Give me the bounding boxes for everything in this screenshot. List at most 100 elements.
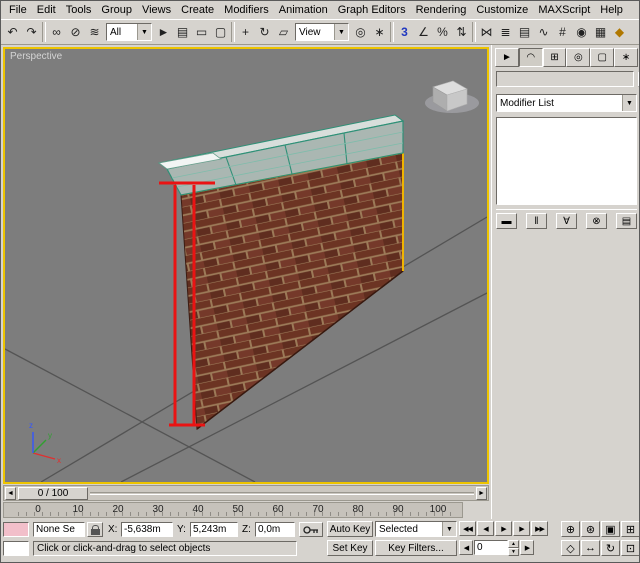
snap-toggle-icon[interactable]: 3: [395, 22, 414, 42]
chevron-down-icon[interactable]: ▼: [137, 24, 151, 40]
spinner-up-icon[interactable]: ▲: [508, 540, 519, 548]
selection-region-icon[interactable]: ▭: [192, 22, 211, 42]
menu-edit[interactable]: Edit: [32, 3, 61, 17]
spinner-snap-icon[interactable]: ⇅: [452, 22, 471, 42]
use-center-icon[interactable]: ◎: [351, 22, 370, 42]
play-button[interactable]: ▶: [495, 521, 512, 536]
menu-tools[interactable]: Tools: [61, 3, 97, 17]
tab-display[interactable]: ▢: [590, 48, 614, 67]
reference-coordinate-dropdown[interactable]: View ▼: [295, 23, 349, 41]
chevron-down-icon[interactable]: ▼: [622, 95, 636, 111]
go-to-end-button[interactable]: ▶▶: [531, 521, 548, 536]
object-name-field[interactable]: [496, 71, 634, 87]
make-unique-button[interactable]: ∀: [556, 213, 577, 229]
time-slider-left-arrow-icon[interactable]: ◄: [5, 487, 16, 500]
schematic-view-icon[interactable]: #: [553, 22, 572, 42]
key-filter-selected-dropdown[interactable]: Selected ▼: [375, 521, 457, 537]
pan-icon[interactable]: ↔: [581, 540, 600, 556]
next-frame-button[interactable]: ▶: [513, 521, 530, 536]
angle-snap-icon[interactable]: ∠: [414, 22, 433, 42]
set-key-mode-button[interactable]: [299, 522, 323, 537]
next-key-icon[interactable]: ▶: [520, 540, 534, 555]
go-to-start-button[interactable]: ◀◀: [459, 521, 476, 536]
modifier-stack-list[interactable]: [496, 117, 637, 205]
tab-utilities[interactable]: ∗: [614, 48, 638, 67]
brick-wall[interactable]: [181, 153, 403, 429]
menu-customize[interactable]: Customize: [471, 3, 533, 17]
menu-create[interactable]: Create: [176, 3, 219, 17]
tab-modify[interactable]: ◠: [519, 48, 543, 67]
selection-filter-dropdown[interactable]: All ▼: [106, 23, 152, 41]
spinner-down-icon[interactable]: ▼: [508, 548, 519, 556]
time-slider-handle[interactable]: 0 / 100: [18, 487, 88, 500]
mini-listener-macro-line[interactable]: [3, 522, 29, 537]
bind-to-spacewarp-icon[interactable]: ≋: [85, 22, 104, 42]
chevron-down-icon[interactable]: ▼: [334, 24, 348, 40]
material-editor-icon[interactable]: ◉: [572, 22, 591, 42]
select-and-manipulate-icon[interactable]: ∗: [370, 22, 389, 42]
select-and-rotate-icon[interactable]: ↻: [255, 22, 274, 42]
menu-maxscript[interactable]: MAXScript: [533, 3, 595, 17]
time-slider[interactable]: ◄ 0 / 100 ►: [3, 485, 489, 501]
menu-views[interactable]: Views: [137, 3, 176, 17]
unlink-selection-icon[interactable]: ⊘: [66, 22, 85, 42]
field-of-view-icon[interactable]: ◇: [561, 540, 580, 556]
named-selection-set-field[interactable]: [33, 522, 85, 537]
pin-stack-button[interactable]: ▬: [496, 213, 517, 229]
tab-create[interactable]: ►: [495, 48, 519, 67]
remove-modifier-button[interactable]: ⊗: [586, 213, 607, 229]
perspective-viewport[interactable]: Perspective: [3, 47, 489, 484]
z-coord-field[interactable]: [255, 522, 295, 537]
curve-editor-icon[interactable]: ∿: [534, 22, 553, 42]
layer-manager-icon[interactable]: ▤: [515, 22, 534, 42]
redo-icon[interactable]: ↷: [22, 22, 41, 42]
menu-rendering[interactable]: Rendering: [411, 3, 472, 17]
y-coord-field[interactable]: [190, 522, 238, 537]
render-setup-icon[interactable]: ▦: [591, 22, 610, 42]
selection-lock-toggle[interactable]: [87, 522, 103, 537]
cube-gizmo[interactable]: [425, 81, 479, 113]
select-by-name-icon[interactable]: ▤: [173, 22, 192, 42]
menu-group[interactable]: Group: [96, 3, 137, 17]
mirror-icon[interactable]: ⋈: [477, 22, 496, 42]
arc-rotate-icon[interactable]: ↻: [601, 540, 620, 556]
current-frame-field[interactable]: [474, 540, 508, 555]
show-end-result-button[interactable]: ‖: [526, 213, 547, 229]
previous-key-icon[interactable]: ◀: [459, 540, 473, 555]
zoom-all-icon[interactable]: ⊛: [581, 521, 600, 537]
align-icon[interactable]: ≣: [496, 22, 515, 42]
tab-hierarchy[interactable]: ⊞: [543, 48, 567, 67]
menu-graph-editors[interactable]: Graph Editors: [333, 3, 411, 17]
mini-listener-script-line[interactable]: [3, 541, 29, 556]
percent-snap-icon[interactable]: %: [433, 22, 452, 42]
auto-key-button[interactable]: Auto Key: [327, 521, 373, 537]
track-bar[interactable]: 0 10 20 30 40 50 60 70 80 90 100: [3, 502, 463, 518]
menu-modifiers[interactable]: Modifiers: [219, 3, 274, 17]
frame-spinner[interactable]: ▲ ▼: [508, 540, 519, 555]
zoom-extents-icon[interactable]: ▣: [601, 521, 620, 537]
select-and-link-icon[interactable]: ∞: [47, 22, 66, 42]
configure-modifier-sets-button[interactable]: ▤: [616, 213, 637, 229]
maximize-viewport-toggle-icon[interactable]: ⊡: [621, 540, 640, 556]
select-and-move-icon[interactable]: +: [236, 22, 255, 42]
zoom-extents-all-icon[interactable]: ⊞: [621, 521, 640, 537]
zoom-icon[interactable]: ⊕: [561, 521, 580, 537]
tab-motion[interactable]: ◎: [566, 48, 590, 67]
key-filters-button[interactable]: Key Filters...: [375, 540, 457, 556]
undo-icon[interactable]: ↶: [3, 22, 22, 42]
menu-help[interactable]: Help: [595, 3, 628, 17]
select-object-icon[interactable]: ►: [154, 22, 173, 42]
menu-animation[interactable]: Animation: [274, 3, 333, 17]
time-slider-right-arrow-icon[interactable]: ►: [476, 487, 487, 500]
chevron-down-icon[interactable]: ▼: [442, 522, 456, 536]
viewport-label[interactable]: Perspective: [10, 51, 62, 62]
menu-file[interactable]: File: [4, 3, 32, 17]
select-and-scale-icon[interactable]: ▱: [274, 22, 293, 42]
window-crossing-icon[interactable]: ▢: [211, 22, 230, 42]
previous-frame-button[interactable]: ◀: [477, 521, 494, 536]
render-icon[interactable]: ◆: [610, 22, 629, 42]
set-key-button[interactable]: Set Key: [327, 540, 373, 556]
modifier-list-dropdown[interactable]: Modifier List ▼: [496, 94, 637, 112]
x-coord-field[interactable]: [121, 522, 173, 537]
time-slider-track[interactable]: [90, 492, 474, 495]
